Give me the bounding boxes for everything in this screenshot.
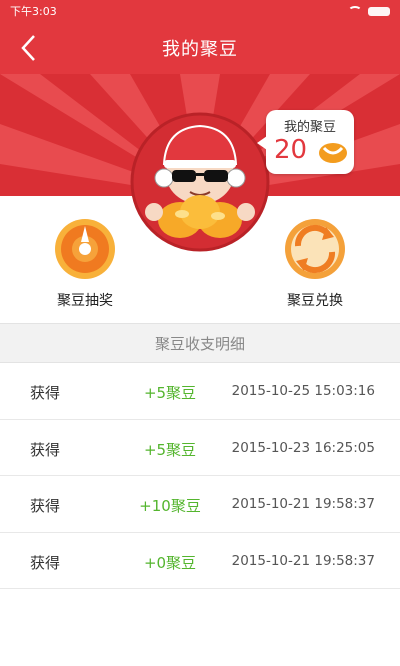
balance-bubble: 我的聚豆 20 bbox=[257, 110, 354, 174]
list-item[interactable]: 获得 +5聚豆 2015-10-25 15:03:16 bbox=[0, 363, 400, 420]
exchange-button[interactable]: 聚豆兑换 bbox=[270, 218, 360, 310]
details-header-label: 聚豆收支明细 bbox=[154, 334, 245, 353]
list-item[interactable]: 获得 +5聚豆 2015-10-23 16:25:05 bbox=[0, 420, 400, 476]
row-type: 获得 bbox=[30, 553, 61, 572]
mascot-avatar bbox=[130, 112, 270, 252]
bean-icon bbox=[319, 143, 347, 163]
row-amount: +10聚豆 bbox=[139, 497, 201, 515]
row-time: 2015-10-21 19:58:37 bbox=[231, 496, 375, 512]
wifi-icon bbox=[348, 6, 362, 16]
battery-icon bbox=[368, 6, 390, 16]
nav-bar: 我的聚豆 bbox=[0, 22, 400, 74]
exchange-icon bbox=[285, 219, 345, 279]
details-list: 获得 +5聚豆 2015-10-25 15:03:16 获得 +5聚豆 2015… bbox=[0, 363, 400, 589]
lottery-dial-icon bbox=[55, 219, 115, 279]
row-type: 获得 bbox=[30, 384, 61, 402]
row-amount: +0聚豆 bbox=[143, 553, 197, 572]
list-item[interactable]: 获得 +0聚豆 2015-10-21 19:58:37 bbox=[0, 533, 400, 589]
row-time: 2015-10-25 15:03:16 bbox=[231, 383, 375, 399]
mascot-illustration bbox=[130, 112, 270, 252]
details-section-header: 聚豆收支明细 bbox=[0, 323, 400, 363]
balance-label: 我的聚豆 bbox=[283, 120, 336, 135]
page-title: 我的聚豆 bbox=[162, 39, 238, 60]
list-item[interactable]: 获得 +10聚豆 2015-10-21 19:58:37 bbox=[0, 476, 400, 533]
chevron-left-icon bbox=[21, 35, 35, 61]
row-type: 获得 bbox=[30, 497, 61, 515]
row-amount: +5聚豆 bbox=[143, 384, 197, 402]
lottery-button[interactable]: 聚豆抽奖 bbox=[40, 218, 130, 310]
lottery-label: 聚豆抽奖 bbox=[57, 293, 113, 309]
status-time: 下午3:03 bbox=[10, 5, 57, 18]
balance-count: 20 bbox=[274, 135, 308, 165]
exchange-label: 聚豆兑换 bbox=[287, 293, 343, 309]
back-button[interactable] bbox=[10, 30, 46, 66]
row-time: 2015-10-21 19:58:37 bbox=[231, 552, 375, 569]
row-type: 获得 bbox=[30, 440, 61, 459]
row-time: 2015-10-23 16:25:05 bbox=[231, 439, 375, 456]
row-amount: +5聚豆 bbox=[143, 440, 197, 459]
status-bar: 下午3:03 bbox=[0, 0, 400, 22]
